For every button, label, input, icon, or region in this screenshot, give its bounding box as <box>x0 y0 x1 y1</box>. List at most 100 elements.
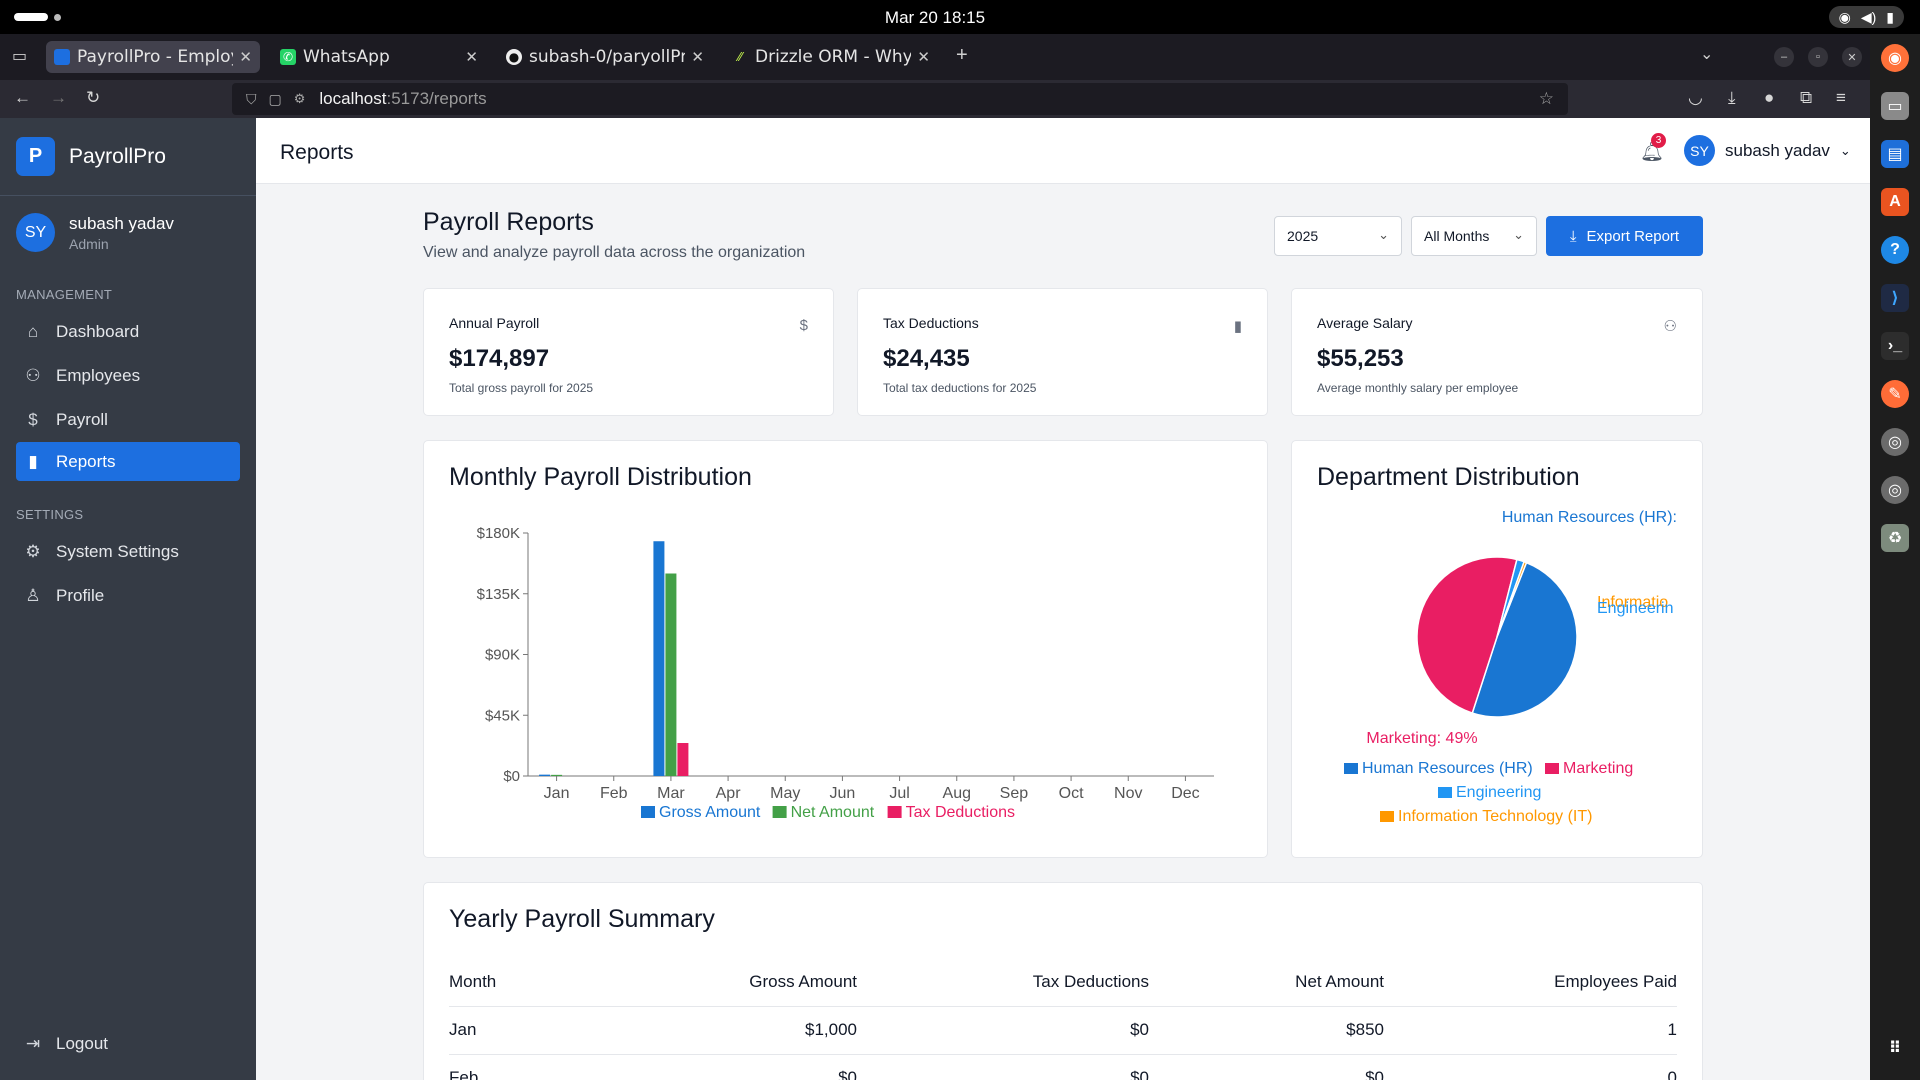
avatar: SY <box>1684 135 1715 166</box>
extensions-icon[interactable]: ⧉ <box>1800 88 1812 108</box>
export-report-label: Export Report <box>1586 227 1680 245</box>
forward-icon[interactable]: → <box>50 88 67 108</box>
minimize-button[interactable]: – <box>1774 47 1794 67</box>
month-select[interactable]: All Months ⌄ <box>1411 216 1537 256</box>
year-select[interactable]: 2025 ⌄ <box>1274 216 1402 256</box>
cell-month: Jan <box>449 1006 569 1055</box>
top-header: Reports 🔔︎ 3 SY subash yadav ⌄ <box>256 118 1870 184</box>
tab-overview-icon[interactable]: ▭ <box>12 46 27 66</box>
close-icon[interactable]: ✕ <box>917 48 930 66</box>
menu-icon[interactable]: ≡ <box>1836 88 1846 108</box>
tab-drizzle[interactable]: ⁄⁄ Drizzle ORM - Why Dr ✕ <box>724 41 938 73</box>
page-info-icon[interactable]: ▢ <box>269 91 282 108</box>
y-tick-label: $90K <box>485 647 520 664</box>
bar <box>551 774 563 776</box>
close-icon[interactable]: ✕ <box>691 48 704 66</box>
dollar-icon: $ <box>799 317 808 334</box>
export-report-button[interactable]: ⤓ Export Report <box>1546 216 1703 256</box>
cell-gross: $0 <box>569 1054 857 1080</box>
kpi-card-average-salary: Average Salary ⚇ $55,253 Average monthly… <box>1291 288 1703 416</box>
column-header[interactable]: Net Amount <box>1149 959 1384 1007</box>
column-header[interactable]: Gross Amount <box>569 959 857 1007</box>
downloads-icon[interactable]: ⤓ <box>1728 88 1736 108</box>
tab-payrollpro[interactable]: PayrollPro - Employee ✕ <box>46 41 260 73</box>
users-icon: ⚇ <box>25 365 41 385</box>
tab-label: Drizzle ORM - Why Dr <box>755 47 912 67</box>
disk-icon[interactable]: ◎ <box>1881 476 1909 504</box>
sidebar-user-card: SY subash yadav Admin <box>16 213 174 252</box>
sidebar-item-reports[interactable]: ▮ Reports <box>16 442 240 481</box>
legend-swatch <box>1380 811 1394 822</box>
os-clock[interactable]: Mar 20 18:15 <box>0 8 1870 28</box>
column-header[interactable]: Employees Paid <box>1384 959 1677 1007</box>
legend-label: Information Technology (IT) <box>1398 808 1592 825</box>
sidebar-item-employees[interactable]: ⚇ Employees <box>16 356 240 395</box>
sidebar-item-label: Payroll <box>56 409 108 429</box>
help-icon[interactable]: ? <box>1881 236 1909 264</box>
show-apps-icon[interactable]: ⠿ <box>1881 1034 1909 1062</box>
vscode-icon[interactable]: ⟩ <box>1881 284 1909 312</box>
cell-net: $850 <box>1149 1006 1384 1055</box>
kpi-title: Tax Deductions <box>883 315 979 331</box>
url-path: :5173/reports <box>386 89 487 108</box>
chevron-down-icon: ⌄ <box>1513 227 1524 242</box>
permissions-icon[interactable]: ⚙ <box>294 91 306 107</box>
monthly-payroll-bar-chart: $0 $45K $90K $135K $180K Jan Feb Mar Apr May Jun Ju… <box>477 525 1214 821</box>
tab-github[interactable]: ● subash-0/paryollPro: ✕ <box>498 41 712 73</box>
close-icon[interactable]: ✕ <box>465 48 478 66</box>
bar-chart-icon: ▮ <box>1233 318 1242 335</box>
column-header[interactable]: Month <box>449 959 569 1007</box>
y-tick-label: $135K <box>477 586 520 603</box>
bar <box>653 541 665 776</box>
app-center-icon[interactable]: A <box>1881 188 1909 216</box>
shield-icon[interactable]: ⛉ <box>246 91 257 108</box>
sidebar-item-dashboard[interactable]: ⌂ Dashboard <box>16 312 240 351</box>
pocket-icon[interactable]: ◡ <box>1688 88 1703 108</box>
legend-swatch <box>1344 763 1358 774</box>
tab-whatsapp[interactable]: ✆ WhatsApp ✕ <box>272 41 486 73</box>
chart-legend: Gross Amount Net Amount Tax Deductions <box>641 804 1015 821</box>
sidebar-divider <box>0 195 256 196</box>
legend-swatch <box>1545 763 1559 774</box>
x-tick-label: Nov <box>1114 785 1142 802</box>
pie-label: Engineerin <box>1597 600 1674 617</box>
y-tick-label: $45K <box>485 707 520 724</box>
firefox-icon[interactable]: ◉ <box>1881 44 1909 72</box>
maximize-button[interactable]: ▫ <box>1808 47 1828 67</box>
system-tray[interactable]: ◉ ◀) ▮ <box>1828 6 1904 28</box>
new-tab-button[interactable]: + <box>956 44 968 67</box>
sidebar-item-profile[interactable]: ♙ Profile <box>16 576 240 615</box>
sidebar-item-payroll[interactable]: $ Payroll <box>16 400 240 439</box>
back-icon[interactable]: ← <box>14 88 31 108</box>
terminal-icon[interactable]: ›_ <box>1881 332 1909 360</box>
writer-icon[interactable]: ▤ <box>1881 140 1909 168</box>
x-tick-label: Jul <box>889 785 909 802</box>
kpi-desc: Total tax deductions for 2025 <box>883 381 1037 395</box>
files-icon[interactable]: ▭ <box>1881 92 1909 120</box>
brand[interactable]: P PayrollPro <box>16 137 166 176</box>
tab-list-chevron-icon[interactable]: ⌄ <box>1700 44 1713 64</box>
account-icon[interactable]: ● <box>1764 88 1774 108</box>
brand-logo: P <box>16 137 55 176</box>
close-window-button[interactable]: ✕ <box>1842 47 1862 67</box>
section-settings: SETTINGS <box>16 507 84 522</box>
sidebar-item-system-settings[interactable]: ⚙ System Settings <box>16 532 240 571</box>
close-icon[interactable]: ✕ <box>239 48 252 66</box>
sidebar-item-label: Employees <box>56 365 141 385</box>
os-top-bar: Mar 20 18:15 ◉ ◀) ▮ <box>0 0 1920 34</box>
avatar: SY <box>16 213 55 252</box>
trash-icon[interactable]: ♻ <box>1881 524 1909 552</box>
logout-button[interactable]: ⇥ Logout <box>16 1024 240 1063</box>
section-management: MANAGEMENT <box>16 287 113 302</box>
bookmark-star-icon[interactable]: ☆ <box>1539 89 1554 109</box>
summary-title: Yearly Payroll Summary <box>449 905 715 933</box>
bar-chart-icon: ▮ <box>28 451 38 471</box>
url-bar[interactable]: ⛉ ▢ ⚙ localhost:5173/reports ☆ <box>232 83 1568 115</box>
disk-icon[interactable]: ◎ <box>1881 428 1909 456</box>
reload-icon[interactable]: ↻ <box>86 88 100 108</box>
postman-icon[interactable]: ✎ <box>1881 380 1909 408</box>
kpi-title: Annual Payroll <box>449 315 540 331</box>
column-header[interactable]: Tax Deductions <box>857 959 1149 1007</box>
user-menu[interactable]: SY subash yadav ⌄ <box>1684 135 1851 166</box>
department-distribution-card: Department Distribution Human Resources … <box>1291 440 1703 858</box>
